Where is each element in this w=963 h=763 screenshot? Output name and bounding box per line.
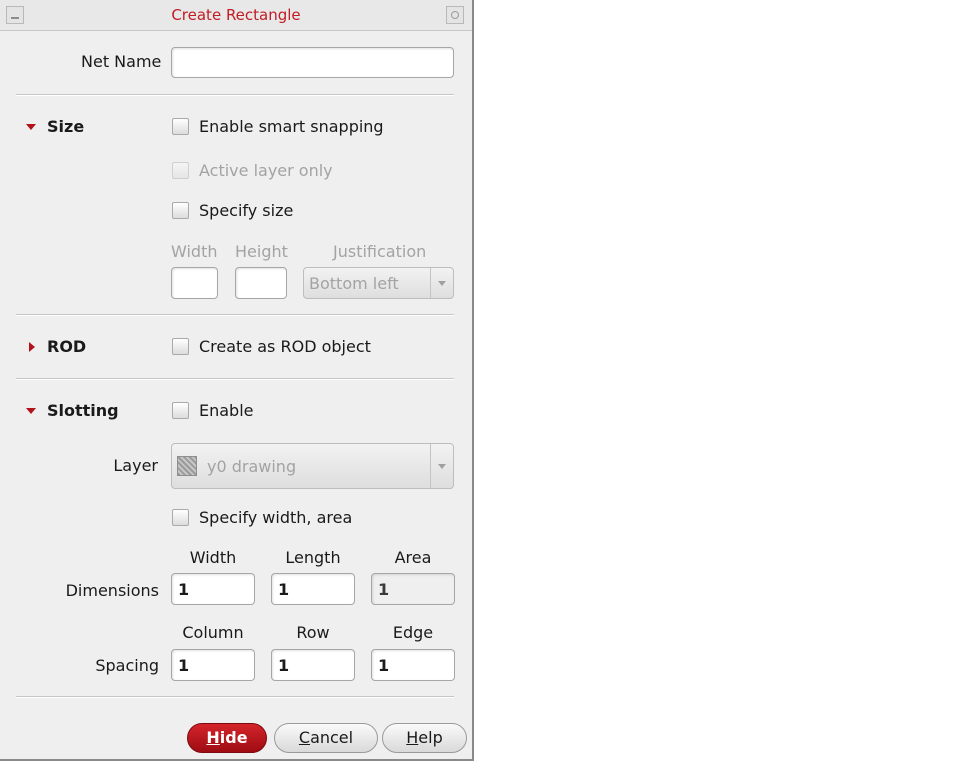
hide-button[interactable]: Hide	[187, 723, 267, 753]
separator	[16, 94, 454, 96]
spacing-edge-header: Edge	[392, 623, 434, 642]
specify-width-area-checkbox[interactable]	[172, 509, 189, 526]
slotting-enable-checkbox[interactable]	[172, 402, 189, 419]
dimensions-length-input[interactable]: 1	[271, 573, 355, 605]
rod-section-label[interactable]: ROD	[47, 337, 86, 356]
spacing-row-input[interactable]: 1	[271, 649, 355, 681]
chevron-down-icon[interactable]	[430, 444, 453, 488]
separator	[16, 378, 454, 380]
help-button[interactable]: Help	[382, 723, 467, 753]
enable-smart-snapping-checkbox[interactable]	[172, 118, 189, 135]
expand-triangle-icon[interactable]	[26, 408, 36, 414]
spacing-column-header: Column	[182, 623, 244, 642]
dimensions-width-input[interactable]: 1	[171, 573, 255, 605]
slotting-enable-label[interactable]: Enable	[199, 401, 254, 420]
dimensions-area-header: Area	[394, 548, 432, 567]
hide-label-rest: ide	[219, 728, 248, 747]
dimensions-width-header: Width	[189, 548, 237, 567]
specify-size-label[interactable]: Specify size	[199, 201, 293, 220]
title-bar[interactable]: Create Rectangle	[0, 0, 472, 31]
chevron-down-icon[interactable]	[430, 268, 453, 298]
enable-smart-snapping-label[interactable]: Enable smart snapping	[199, 117, 384, 136]
layer-label: Layer	[113, 456, 158, 475]
size-height-label: Height	[235, 242, 288, 261]
layer-value: y0 drawing	[207, 457, 297, 476]
net-name-label: Net Name	[81, 52, 162, 71]
help-label-rest: elp	[418, 728, 443, 747]
size-width-input[interactable]	[171, 267, 218, 299]
expand-triangle-icon[interactable]	[26, 124, 36, 130]
cancel-mnemonic: C	[298, 728, 311, 747]
window-title: Create Rectangle	[171, 6, 301, 24]
justification-select[interactable]: Bottom left	[303, 267, 454, 299]
spacing-row-header: Row	[296, 623, 330, 642]
specify-size-checkbox[interactable]	[172, 202, 189, 219]
active-layer-only-label[interactable]: Active layer only	[199, 161, 333, 180]
hide-mnemonic: H	[206, 728, 220, 747]
dimensions-length-header: Length	[285, 548, 341, 567]
help-mnemonic: H	[406, 728, 419, 747]
create-as-rod-checkbox[interactable]	[172, 338, 189, 355]
separator	[16, 314, 454, 316]
cancel-label-rest: ancel	[310, 728, 354, 747]
create-as-rod-label[interactable]: Create as ROD object	[199, 337, 371, 356]
dimensions-label: Dimensions	[65, 581, 159, 600]
specify-width-area-label[interactable]: Specify width, area	[199, 508, 352, 527]
justification-value: Bottom left	[309, 274, 399, 293]
net-name-input[interactable]	[171, 47, 454, 78]
cancel-button[interactable]: Cancel	[274, 723, 378, 753]
spacing-label: Spacing	[95, 656, 159, 675]
size-section-label[interactable]: Size	[47, 117, 84, 136]
active-layer-only-checkbox[interactable]	[172, 162, 189, 179]
spacing-column-input[interactable]: 1	[171, 649, 255, 681]
size-height-input[interactable]	[235, 267, 287, 299]
justification-label: Justification	[333, 242, 427, 261]
layer-select[interactable]: y0 drawing	[171, 443, 454, 489]
create-rectangle-dialog: Create Rectangle Net Name Size Enable sm…	[0, 0, 474, 761]
layer-pattern-icon	[177, 456, 197, 476]
spacing-edge-input[interactable]: 1	[371, 649, 455, 681]
slotting-section-label[interactable]: Slotting	[47, 401, 119, 420]
size-width-label: Width	[171, 242, 218, 261]
collapse-triangle-icon[interactable]	[29, 342, 35, 352]
window-options-icon[interactable]	[446, 6, 464, 24]
dimensions-area-input[interactable]: 1	[371, 573, 455, 605]
separator	[16, 696, 454, 698]
